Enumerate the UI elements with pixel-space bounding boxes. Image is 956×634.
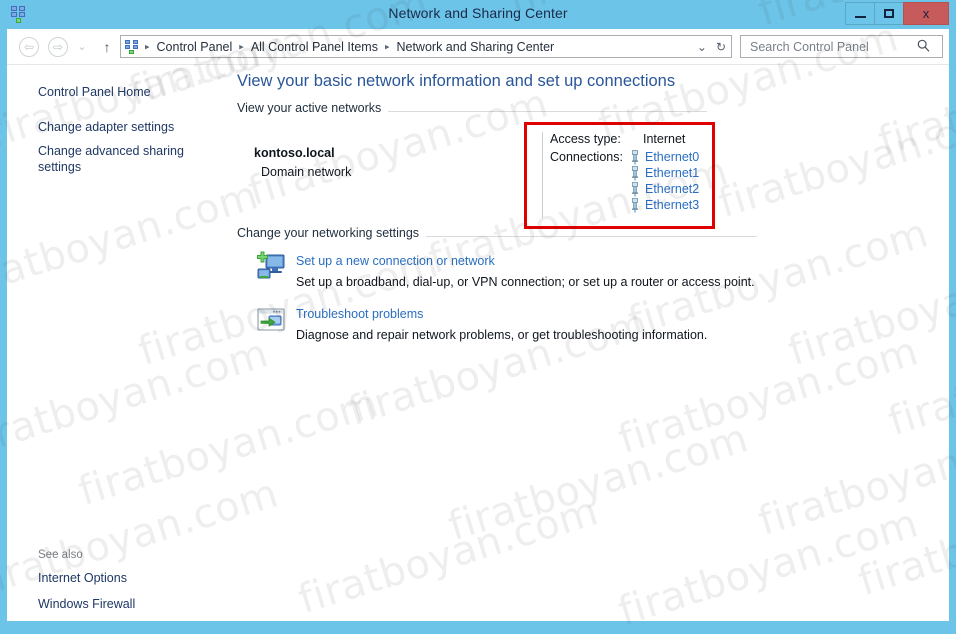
description-set-up-new-connection: Set up a broadband, dial-up, or VPN conn… bbox=[296, 275, 755, 289]
sidebar-item-windows-firewall[interactable]: Windows Firewall bbox=[38, 596, 218, 612]
network-type: Domain network bbox=[261, 165, 352, 179]
search-icon[interactable] bbox=[917, 39, 930, 55]
troubleshoot-icon bbox=[255, 304, 287, 336]
description-troubleshoot-problems: Diagnose and repair network problems, or… bbox=[296, 328, 708, 342]
breadcrumb-separator: ▸ bbox=[384, 41, 390, 52]
connection-link-ethernet1[interactable]: Ethernet1 bbox=[645, 166, 699, 180]
detail-divider bbox=[542, 132, 543, 218]
breadcrumb-separator: ▸ bbox=[239, 41, 244, 52]
connection-link-ethernet0[interactable]: Ethernet0 bbox=[645, 150, 699, 164]
navigation-bar: ⇦ ⇨ ⌄ ↑ ▸ Control Panel ▸ All Control Pa… bbox=[7, 29, 949, 64]
address-bar-tools: ⌄ ↻ bbox=[697, 40, 731, 54]
connections-list: Ethernet0 Ethernet1 Ethernet2 Ethernet3 bbox=[629, 149, 699, 213]
connection-row[interactable]: Ethernet0 bbox=[629, 149, 699, 165]
breadcrumb-network-and-sharing-center[interactable]: Network and Sharing Center bbox=[394, 40, 556, 54]
refresh-icon[interactable]: ↻ bbox=[716, 40, 726, 54]
content-area: Control Panel Home Change adapter settin… bbox=[7, 64, 949, 621]
search-box[interactable] bbox=[740, 35, 943, 58]
connections-label: Connections: bbox=[550, 150, 623, 164]
recent-locations-icon[interactable]: ⌄ bbox=[75, 40, 89, 54]
section-heading-change-settings: Change your networking settings bbox=[237, 226, 427, 240]
sidebar-item-internet-options[interactable]: Internet Options bbox=[38, 570, 218, 586]
network-icon bbox=[124, 39, 140, 55]
new-connection-icon bbox=[255, 251, 287, 283]
maximize-button[interactable] bbox=[874, 2, 904, 25]
sidebar: Control Panel Home Change adapter settin… bbox=[7, 65, 230, 621]
section-heading-active-networks: View your active networks bbox=[237, 101, 389, 115]
connection-row[interactable]: Ethernet1 bbox=[629, 165, 699, 181]
forward-button[interactable]: ⇨ bbox=[48, 37, 68, 57]
back-button[interactable]: ⇦ bbox=[19, 37, 39, 57]
close-button[interactable]: x bbox=[903, 2, 949, 25]
minimize-icon bbox=[854, 15, 866, 18]
address-bar[interactable]: ▸ Control Panel ▸ All Control Panel Item… bbox=[120, 35, 732, 58]
connection-row[interactable]: Ethernet3 bbox=[629, 197, 699, 213]
network-name: kontoso.local bbox=[254, 146, 335, 160]
link-troubleshoot-problems[interactable]: Troubleshoot problems bbox=[296, 307, 423, 321]
window-title: Network and Sharing Center bbox=[388, 5, 568, 21]
chevron-down-icon[interactable]: ⌄ bbox=[697, 40, 707, 54]
network-sharing-center-window: Network and Sharing Center x ⇦ ⇨ ⌄ ↑ ▸ C… bbox=[0, 0, 956, 634]
connection-link-ethernet3[interactable]: Ethernet3 bbox=[645, 198, 699, 212]
sidebar-item-change-adapter-settings[interactable]: Change adapter settings bbox=[38, 119, 218, 135]
connection-row[interactable]: Ethernet2 bbox=[629, 181, 699, 197]
minimize-button[interactable] bbox=[845, 2, 875, 25]
connection-link-ethernet2[interactable]: Ethernet2 bbox=[645, 182, 699, 196]
main-panel: View your basic network information and … bbox=[230, 65, 949, 621]
title-bar: Network and Sharing Center x bbox=[0, 0, 956, 29]
link-set-up-a-new-connection-or-network[interactable]: Set up a new connection or network bbox=[296, 254, 495, 268]
maximize-icon bbox=[884, 9, 894, 18]
up-button[interactable]: ↑ bbox=[98, 38, 116, 56]
ethernet-icon bbox=[629, 197, 641, 213]
ethernet-icon bbox=[629, 181, 641, 197]
access-type-value: Internet bbox=[643, 132, 686, 146]
breadcrumb-control-panel[interactable]: Control Panel bbox=[155, 40, 235, 54]
window-controls: x bbox=[845, 2, 949, 26]
breadcrumb-separator: ▸ bbox=[145, 41, 150, 52]
sidebar-item-control-panel-home[interactable]: Control Panel Home bbox=[38, 84, 218, 100]
search-input[interactable] bbox=[748, 38, 916, 55]
ethernet-icon bbox=[629, 165, 641, 181]
see-also-label: See also bbox=[38, 549, 83, 561]
page-title: View your basic network information and … bbox=[237, 72, 676, 90]
breadcrumb-all-control-panel-items[interactable]: All Control Panel Items bbox=[249, 40, 380, 54]
access-type-label: Access type: bbox=[550, 132, 621, 146]
sidebar-item-change-advanced-sharing-settings[interactable]: Change advanced sharing settings bbox=[38, 143, 218, 175]
ethernet-icon bbox=[629, 149, 641, 165]
